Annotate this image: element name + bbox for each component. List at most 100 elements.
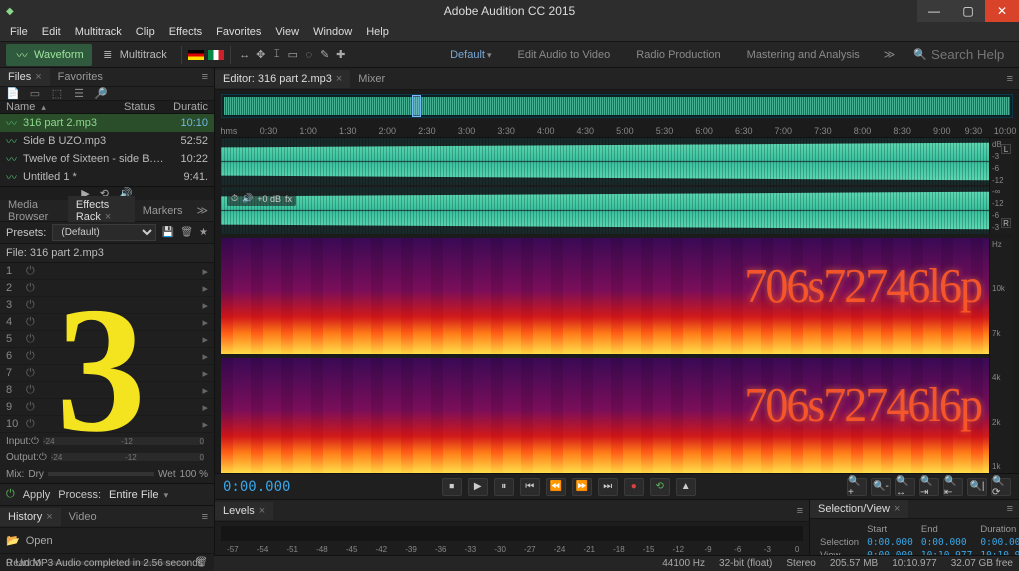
workspace-mastering[interactable]: Mastering and Analysis xyxy=(741,47,866,63)
tab-selection-view[interactable]: Selection/View× xyxy=(810,500,908,518)
menu-multitrack[interactable]: Multitrack xyxy=(69,24,128,40)
menu-clip[interactable]: Clip xyxy=(130,24,161,40)
panel-menu-icon[interactable]: ≡ xyxy=(196,71,214,83)
workspace-overflow[interactable]: ≫ xyxy=(880,48,900,61)
effect-slot[interactable]: 6⏻▸ xyxy=(0,348,214,365)
loop-button[interactable]: ⟲ xyxy=(650,478,670,496)
close-icon[interactable]: × xyxy=(105,211,111,223)
panel-menu-icon[interactable]: ≡ xyxy=(791,505,809,517)
close-icon[interactable]: × xyxy=(894,503,900,515)
new-file-icon[interactable]: ▭ xyxy=(28,87,42,100)
history-item[interactable]: 📂 Open xyxy=(6,532,208,549)
open-file-icon[interactable]: 📄 xyxy=(6,87,20,100)
panel-menu-icon[interactable]: ≡ xyxy=(1001,73,1019,85)
zoom-out-point-button[interactable]: 🔍| xyxy=(967,478,987,496)
effect-slot[interactable]: 10⏻▸ xyxy=(0,416,214,433)
fast-forward-button[interactable]: ⏩ xyxy=(572,478,592,496)
volume-hud[interactable]: ⏱ 🔊 +0 dB fx xyxy=(227,191,296,206)
flag-it-icon[interactable] xyxy=(208,50,224,60)
lasso-tool-icon[interactable]: ◌ xyxy=(301,47,317,63)
effect-slot[interactable]: 5⏻▸ xyxy=(0,331,214,348)
apply-button[interactable]: Apply xyxy=(23,489,51,501)
search-files-icon[interactable]: 🔎 xyxy=(94,87,108,100)
window-maximize-button[interactable]: ▢ xyxy=(951,0,985,22)
spectrogram-channel-left[interactable]: 706s72746l6p xyxy=(221,238,989,354)
time-select-tool-icon[interactable]: 𝙸 xyxy=(269,47,285,63)
tab-markers[interactable]: Markers xyxy=(135,202,191,220)
file-row[interactable]: 〰 Untitled 1 * 9:41. xyxy=(0,168,214,186)
hand-tool-icon[interactable]: ↔ xyxy=(237,47,253,63)
pause-button[interactable]: ⏸ xyxy=(494,478,514,496)
file-row[interactable]: 〰 316 part 2.mp3 10:10 xyxy=(0,114,214,132)
view-end[interactable]: 10:10.977 xyxy=(917,549,976,555)
tab-favorites[interactable]: Favorites xyxy=(50,68,111,86)
menu-window[interactable]: Window xyxy=(307,24,358,40)
view-start[interactable]: 0:00.000 xyxy=(863,549,917,555)
power-icon[interactable]: ⏻ xyxy=(31,436,39,447)
close-icon[interactable]: × xyxy=(35,71,41,83)
file-row[interactable]: 〰 Twelve of Sixteen - side B.mp3 10:22 xyxy=(0,150,214,168)
sel-end[interactable]: 0:00.000 xyxy=(917,536,976,549)
go-start-button[interactable]: ⏮ xyxy=(520,478,540,496)
tab-video[interactable]: Video xyxy=(61,508,105,526)
zoom-full-button[interactable]: 🔍↔ xyxy=(895,478,915,496)
zoom-in-button[interactable]: 🔍+ xyxy=(847,478,867,496)
menu-file[interactable]: File xyxy=(4,24,34,40)
effect-slot[interactable]: 2⏻▸ xyxy=(0,280,214,297)
workspace-default[interactable]: Default▾ xyxy=(444,47,497,63)
play-button[interactable]: ▶ xyxy=(468,478,488,496)
panel-menu-icon[interactable]: ≡ xyxy=(1001,503,1019,515)
stop-button[interactable]: ⏹ xyxy=(442,478,462,496)
overview-viewport[interactable] xyxy=(412,95,421,117)
col-status-label[interactable]: Status xyxy=(124,101,164,113)
favorite-icon[interactable]: ★ xyxy=(199,227,208,238)
panel-menu-icon[interactable]: ≡ xyxy=(196,511,214,523)
navigator-overview[interactable] xyxy=(221,94,1013,118)
menu-effects[interactable]: Effects xyxy=(163,24,208,40)
save-preset-icon[interactable]: 💾 xyxy=(162,227,174,238)
close-icon[interactable]: × xyxy=(259,505,265,517)
tab-media-browser[interactable]: Media Browser xyxy=(0,196,68,226)
presets-dropdown[interactable]: (Default) xyxy=(52,224,156,241)
input-meter[interactable]: -24-120 xyxy=(43,437,204,445)
effect-slot[interactable]: 4⏻▸ xyxy=(0,314,214,331)
brush-tool-icon[interactable]: ✎ xyxy=(317,47,333,63)
rewind-button[interactable]: ⏪ xyxy=(546,478,566,496)
sel-dur[interactable]: 0:00.000 xyxy=(976,536,1019,549)
sort-asc-icon[interactable]: ▴ xyxy=(41,102,46,113)
tab-levels[interactable]: Levels× xyxy=(215,502,273,520)
waveform-channel-left[interactable] xyxy=(221,138,989,185)
spectrogram-channel-right[interactable]: 706s72746l6p xyxy=(221,358,989,474)
waveform-view[interactable]: ⏱ 🔊 +0 dB fx dB-3-6-12-∞-12-6-3 L R xyxy=(221,138,1013,234)
workspace-radio[interactable]: Radio Production xyxy=(630,47,726,63)
mix-slider[interactable] xyxy=(48,472,154,476)
effect-slot[interactable]: 8⏻▸ xyxy=(0,382,214,399)
move-tool-icon[interactable]: ✥ xyxy=(253,47,269,63)
col-name-label[interactable]: Name xyxy=(6,101,35,113)
rack-power-icon[interactable]: ⏻ xyxy=(6,488,15,501)
fx-icon[interactable]: fx xyxy=(285,194,292,204)
workspace-edit-video[interactable]: Edit Audio to Video xyxy=(512,47,617,63)
effect-slot[interactable]: 9⏻▸ xyxy=(0,399,214,416)
window-minimize-button[interactable]: — xyxy=(917,0,951,22)
zoom-in-point-button[interactable]: 🔍⇤ xyxy=(943,478,963,496)
effect-slot[interactable]: 3⏻▸ xyxy=(0,297,214,314)
zoom-out-button[interactable]: 🔍- xyxy=(871,478,891,496)
skip-selection-button[interactable]: ▲ xyxy=(676,478,696,496)
spectrogram-view[interactable]: 706s72746l6p 706s72746l6p Hz10k7k4k2k1k xyxy=(221,238,1013,473)
search-input[interactable] xyxy=(931,47,1011,62)
heal-tool-icon[interactable]: ✚ xyxy=(333,47,349,63)
menu-view[interactable]: View xyxy=(269,24,305,40)
waveform-channel-right[interactable]: ⏱ 🔊 +0 dB fx xyxy=(221,187,989,234)
mode-multitrack-tab[interactable]: ≣ Multitrack xyxy=(92,44,175,66)
menu-help[interactable]: Help xyxy=(360,24,395,40)
power-icon[interactable]: ⏻ xyxy=(39,452,47,463)
filter-icon[interactable]: ☰ xyxy=(72,87,86,100)
go-end-button[interactable]: ⏭ xyxy=(598,478,618,496)
menu-edit[interactable]: Edit xyxy=(36,24,67,40)
zoom-selection-button[interactable]: 🔍⇥ xyxy=(919,478,939,496)
effect-slot[interactable]: 7⏻▸ xyxy=(0,365,214,382)
tab-editor[interactable]: Editor: 316 part 2.mp3× xyxy=(215,70,350,88)
record-button[interactable]: ● xyxy=(624,478,644,496)
marquee-tool-icon[interactable]: ▭ xyxy=(285,47,301,63)
